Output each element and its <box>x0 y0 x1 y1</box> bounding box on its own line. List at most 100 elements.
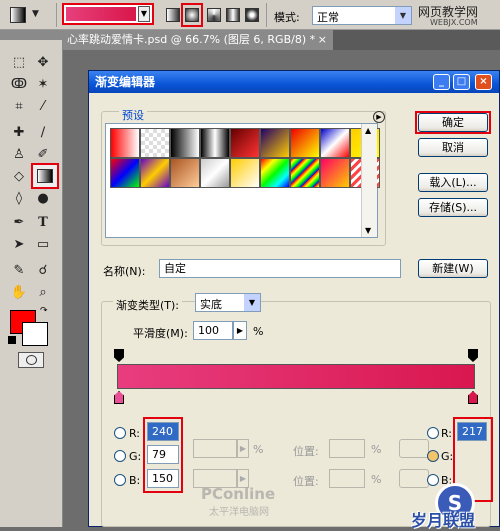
preset-swatch[interactable] <box>170 158 200 188</box>
crop-tool-icon[interactable]: ⌗ <box>10 98 28 116</box>
preset-swatch[interactable] <box>110 158 140 188</box>
type-tool-icon[interactable]: T <box>34 214 52 232</box>
b-input[interactable]: 150 <box>147 469 179 488</box>
new-button[interactable]: 新建(W) <box>418 259 488 278</box>
blur-tool-icon[interactable]: ◊ <box>10 190 28 208</box>
linear-gradient-icon[interactable] <box>166 8 180 22</box>
swap-colors-icon[interactable]: ↷ <box>40 306 48 316</box>
document-tab[interactable]: 心率跳动爱情卡.psd @ 66.7% (图层 6, RGB/8) * × <box>63 30 333 50</box>
preset-swatch[interactable] <box>260 158 290 188</box>
dialog-title: 渐变编辑器 <box>95 75 156 89</box>
brush-tool-icon[interactable]: ∕ <box>34 124 52 142</box>
color-location-label: 位置: <box>293 475 319 488</box>
preset-swatch[interactable] <box>110 128 140 158</box>
path-selection-icon[interactable]: ➤ <box>10 236 28 254</box>
right-r-label: R: <box>441 427 453 440</box>
preset-swatch[interactable] <box>290 158 320 188</box>
move-tool-icon[interactable]: ✥ <box>34 54 52 72</box>
right-r-radio[interactable] <box>427 427 439 439</box>
center-watermark: PConline <box>201 485 276 503</box>
pen-tool-icon[interactable]: ✒ <box>10 214 28 232</box>
preset-swatch[interactable] <box>230 128 260 158</box>
marquee-tool-icon[interactable]: ⬚ <box>10 54 28 72</box>
right-g-radio[interactable] <box>427 450 439 462</box>
preset-swatch[interactable] <box>320 158 350 188</box>
options-bar: ▼ ▼ 模式: 正常 ▼ 网页教学网 WEBJX.COM <box>0 0 500 30</box>
g-input[interactable]: 79 <box>147 445 179 464</box>
opacity-location-label: 位置: <box>293 445 319 458</box>
maximize-icon[interactable]: □ <box>453 74 470 90</box>
preset-swatch[interactable] <box>290 128 320 158</box>
mode-select[interactable]: 正常 ▼ <box>312 6 412 25</box>
magic-wand-icon[interactable]: ✶ <box>34 76 52 94</box>
cancel-button[interactable]: 取消 <box>418 138 488 157</box>
healing-brush-icon[interactable]: ✚ <box>10 124 28 142</box>
reflected-gradient-icon[interactable] <box>226 8 240 22</box>
eyedropper-icon[interactable]: ⁄ <box>34 98 52 116</box>
tool-preset-picker[interactable]: ▼ <box>4 6 48 24</box>
notes-tool-icon[interactable]: ✎ <box>10 262 28 280</box>
preset-swatch[interactable] <box>140 158 170 188</box>
quick-mask-icon[interactable] <box>18 352 44 368</box>
preset-swatch[interactable] <box>140 128 170 158</box>
gradient-picker[interactable]: ▼ <box>62 3 154 25</box>
dodge-tool-icon[interactable]: ● <box>34 190 52 208</box>
dialog-title-bar[interactable]: 渐变编辑器 _ □ × <box>89 71 499 93</box>
preset-swatch[interactable] <box>200 158 230 188</box>
right-b-radio[interactable] <box>427 474 439 486</box>
scroll-down-icon[interactable]: ▼ <box>365 226 371 235</box>
r-radio[interactable] <box>114 427 126 439</box>
gradient-bar[interactable] <box>117 364 475 389</box>
radial-gradient-button[interactable] <box>181 3 203 27</box>
history-brush-icon[interactable]: ✐ <box>34 146 52 164</box>
right-g-label: G: <box>441 450 454 463</box>
preset-swatch[interactable] <box>170 128 200 158</box>
opacity-location-unit: % <box>371 443 382 456</box>
lasso-tool-icon[interactable]: ↂ <box>10 76 28 94</box>
close-icon[interactable]: × <box>318 30 327 50</box>
preset-swatch[interactable] <box>260 128 290 158</box>
site-watermark-sub: WEBJX.COM <box>430 18 478 27</box>
smoothness-label: 平滑度(M): <box>133 327 188 340</box>
separator <box>266 3 267 27</box>
gradient-type-select[interactable]: 实底 ▼ <box>195 293 261 312</box>
scroll-up-icon[interactable]: ▲ <box>365 126 371 135</box>
diamond-gradient-icon[interactable] <box>245 8 259 22</box>
opacity-unit: % <box>253 443 264 456</box>
gradient-editor-dialog: 渐变编辑器 _ □ × 预设 ▶ ▲ ▼ 确定 取消 载入(L)... 存储(S… <box>88 70 500 530</box>
eraser-tool-icon[interactable]: ◇ <box>10 168 28 186</box>
g-radio[interactable] <box>114 450 126 462</box>
zoom-tool-icon[interactable]: ⌕ <box>34 284 52 302</box>
save-button[interactable]: 存储(S)... <box>418 198 488 217</box>
minimize-icon[interactable]: _ <box>433 74 450 90</box>
clone-stamp-icon[interactable]: ♙ <box>10 146 28 164</box>
preset-swatch[interactable] <box>230 158 260 188</box>
preset-swatch[interactable] <box>200 128 230 158</box>
angle-gradient-icon[interactable] <box>207 8 221 22</box>
ok-button[interactable]: 确定 <box>418 113 488 132</box>
smoothness-input[interactable]: 100 <box>193 321 233 340</box>
gradient-tool-icon <box>10 7 26 23</box>
rectangle-tool-icon[interactable]: ▭ <box>34 236 52 254</box>
gradient-tool-button[interactable] <box>31 163 59 189</box>
background-color-swatch[interactable] <box>22 322 48 346</box>
document-title: 心率跳动爱情卡.psd @ 66.7% (图层 6, RGB/8) * <box>67 33 316 46</box>
b-radio[interactable] <box>114 474 126 486</box>
hand-tool-icon[interactable]: ✋ <box>10 284 28 302</box>
presets-scrollbar[interactable]: ▲ ▼ <box>361 124 377 237</box>
presets-menu-icon[interactable]: ▶ <box>373 111 385 123</box>
close-icon[interactable]: × <box>475 74 492 90</box>
quick-mask-circle <box>26 355 37 365</box>
r-input[interactable]: 240 <box>147 422 179 441</box>
smoothness-slider-toggle[interactable]: ▶ <box>233 321 247 340</box>
default-colors-icon[interactable] <box>8 336 16 344</box>
color-location-input <box>329 469 365 488</box>
right-r-input[interactable]: 217 <box>457 422 487 441</box>
chevron-down-icon[interactable]: ▼ <box>138 6 150 22</box>
magnetic-tool-icon[interactable]: ☌ <box>34 262 52 280</box>
r-label: R: <box>129 427 141 440</box>
load-button[interactable]: 载入(L)... <box>418 173 488 192</box>
name-input[interactable]: 自定 <box>159 259 401 278</box>
preset-swatch[interactable] <box>320 128 350 158</box>
mode-label: 模式: <box>274 11 300 24</box>
